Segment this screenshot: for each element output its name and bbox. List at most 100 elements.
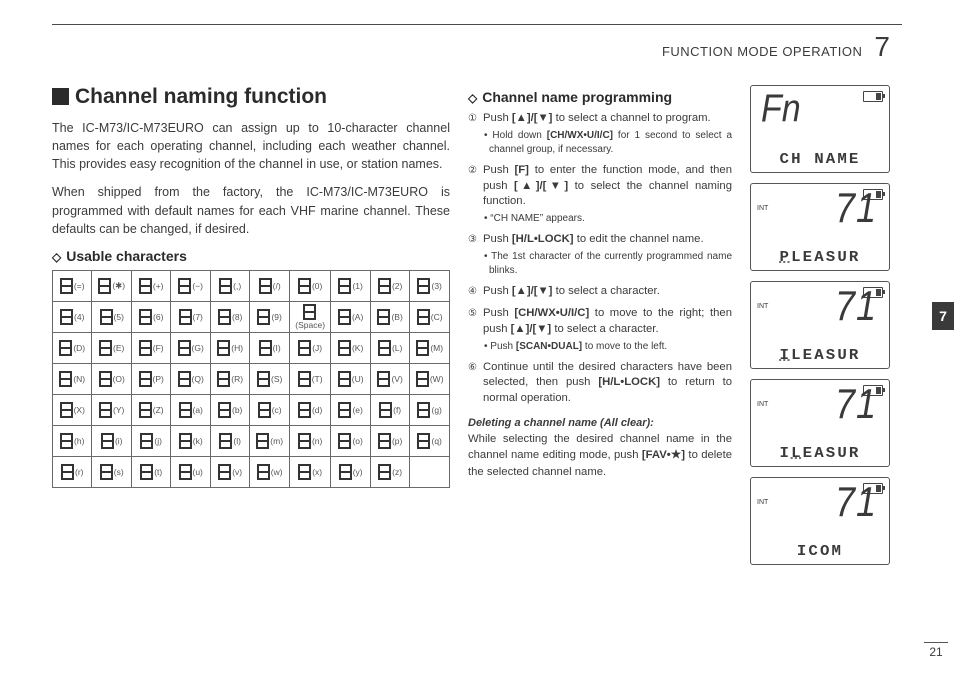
char-cell <box>410 456 450 487</box>
lcd-display: FnCH NAME <box>750 85 890 173</box>
char-cell: (F) <box>131 332 170 363</box>
char-label: (1) <box>352 281 362 291</box>
segment-glyph-icon <box>258 402 271 418</box>
char-label: (W) <box>430 374 444 384</box>
segment-glyph-icon <box>417 433 430 449</box>
segment-glyph-icon <box>139 309 152 325</box>
char-label: (j) <box>154 436 162 446</box>
segment-glyph-icon <box>298 278 311 294</box>
char-cell: (1) <box>331 270 370 301</box>
char-cell: (Space) <box>289 301 331 332</box>
segment-glyph-icon <box>256 433 269 449</box>
segment-glyph-icon <box>338 278 351 294</box>
char-cell: (J) <box>289 332 331 363</box>
char-label: (8) <box>232 312 242 322</box>
segment-glyph-icon <box>379 402 392 418</box>
char-label: (L) <box>392 343 402 353</box>
segment-glyph-icon <box>139 371 152 387</box>
segment-glyph-icon <box>259 340 272 356</box>
char-label: (a) <box>193 405 203 415</box>
char-cell: (M) <box>410 332 450 363</box>
char-label: (P) <box>153 374 164 384</box>
lcd-display: INT71ICOM <box>750 477 890 565</box>
lcd-display: INT71PLEASUR <box>750 183 890 271</box>
step-text: Push [CH/WX•U/I/C] to move to the right;… <box>483 307 732 335</box>
char-label: (Space) <box>295 320 325 330</box>
lcd-display: INT71ILEASUR <box>750 379 890 467</box>
page-header: FUNCTION MODE OPERATION 7 <box>52 31 902 63</box>
char-cell: (G) <box>171 332 210 363</box>
char-label: (D) <box>73 343 85 353</box>
char-cell: (X) <box>53 394 92 425</box>
step-number: ⑤ <box>468 307 477 321</box>
segment-glyph-icon <box>417 278 430 294</box>
char-cell: (h) <box>53 425 92 456</box>
step-text: Push [F] to enter the function mode, and… <box>483 164 732 208</box>
segment-glyph-icon <box>298 340 311 356</box>
char-cell: (L) <box>370 332 409 363</box>
char-cell: (I) <box>250 332 289 363</box>
char-cell: (C) <box>410 301 450 332</box>
char-label: (w) <box>271 467 283 477</box>
char-cell: (f) <box>370 394 409 425</box>
intro-2: When shipped from the factory, the IC-M7… <box>52 183 450 237</box>
char-label: (/) <box>273 281 281 291</box>
char-cell: (R) <box>210 363 249 394</box>
char-cell: (s) <box>92 456 131 487</box>
char-label: (t) <box>154 467 162 477</box>
section-title: Channel naming function <box>75 85 327 108</box>
char-label: (A) <box>352 312 363 322</box>
char-cell: (w) <box>250 456 289 487</box>
segment-glyph-icon <box>100 309 113 325</box>
char-cell: (a) <box>171 394 210 425</box>
char-label: (R) <box>231 374 243 384</box>
segment-glyph-icon <box>377 309 390 325</box>
segment-glyph-icon <box>140 464 153 480</box>
char-label: (6) <box>153 312 163 322</box>
char-cell: (−) <box>171 270 210 301</box>
delete-body: While selecting the desired channel name… <box>468 431 732 480</box>
diamond-icon: ◇ <box>52 250 61 264</box>
segment-glyph-icon <box>217 371 230 387</box>
char-cell: (g) <box>410 394 450 425</box>
char-cell: (/) <box>250 270 289 301</box>
char-cell: (m) <box>250 425 289 456</box>
segment-glyph-icon <box>257 371 270 387</box>
char-cell: (Z) <box>131 394 170 425</box>
char-cell: (c) <box>250 394 289 425</box>
char-cell: (E) <box>92 332 131 363</box>
step-note: • The 1st character of the currently pro… <box>483 250 732 278</box>
segment-glyph-icon <box>338 309 351 325</box>
char-label: (H) <box>231 343 243 353</box>
char-label: (h) <box>74 436 84 446</box>
segment-glyph-icon <box>59 340 72 356</box>
lcd-display: INT71ILEASUR <box>750 281 890 369</box>
char-cell: (u) <box>171 456 210 487</box>
segment-glyph-icon <box>298 402 311 418</box>
char-cell: (q) <box>410 425 450 456</box>
char-cell: (t) <box>131 456 170 487</box>
char-cell: (U) <box>331 363 370 394</box>
char-label: (F) <box>153 343 164 353</box>
segment-glyph-icon <box>338 433 351 449</box>
segment-glyph-icon <box>99 371 112 387</box>
char-label: (G) <box>192 343 204 353</box>
step-number: ② <box>468 164 477 178</box>
char-cell: (e) <box>331 394 370 425</box>
middle-column: ◇Channel name programming ①Push [▲]/[▼] … <box>468 85 732 575</box>
char-cell: (z) <box>370 456 409 487</box>
char-label: (M) <box>430 343 443 353</box>
segment-glyph-icon <box>257 309 270 325</box>
lcd-big-text: 71 <box>835 481 881 522</box>
segment-glyph-icon <box>179 433 192 449</box>
square-bullet-icon <box>52 88 69 105</box>
segment-glyph-icon <box>100 464 113 480</box>
top-rule <box>52 24 902 25</box>
char-cell: (V) <box>370 363 409 394</box>
step-note: • “CH NAME” appears. <box>483 212 732 226</box>
char-cell: (D) <box>53 332 92 363</box>
char-cell: (v) <box>210 456 249 487</box>
char-cell: (=) <box>53 270 92 301</box>
step-note: • Push [SCAN•DUAL] to move to the left. <box>483 340 732 354</box>
char-label: (−) <box>192 281 203 291</box>
